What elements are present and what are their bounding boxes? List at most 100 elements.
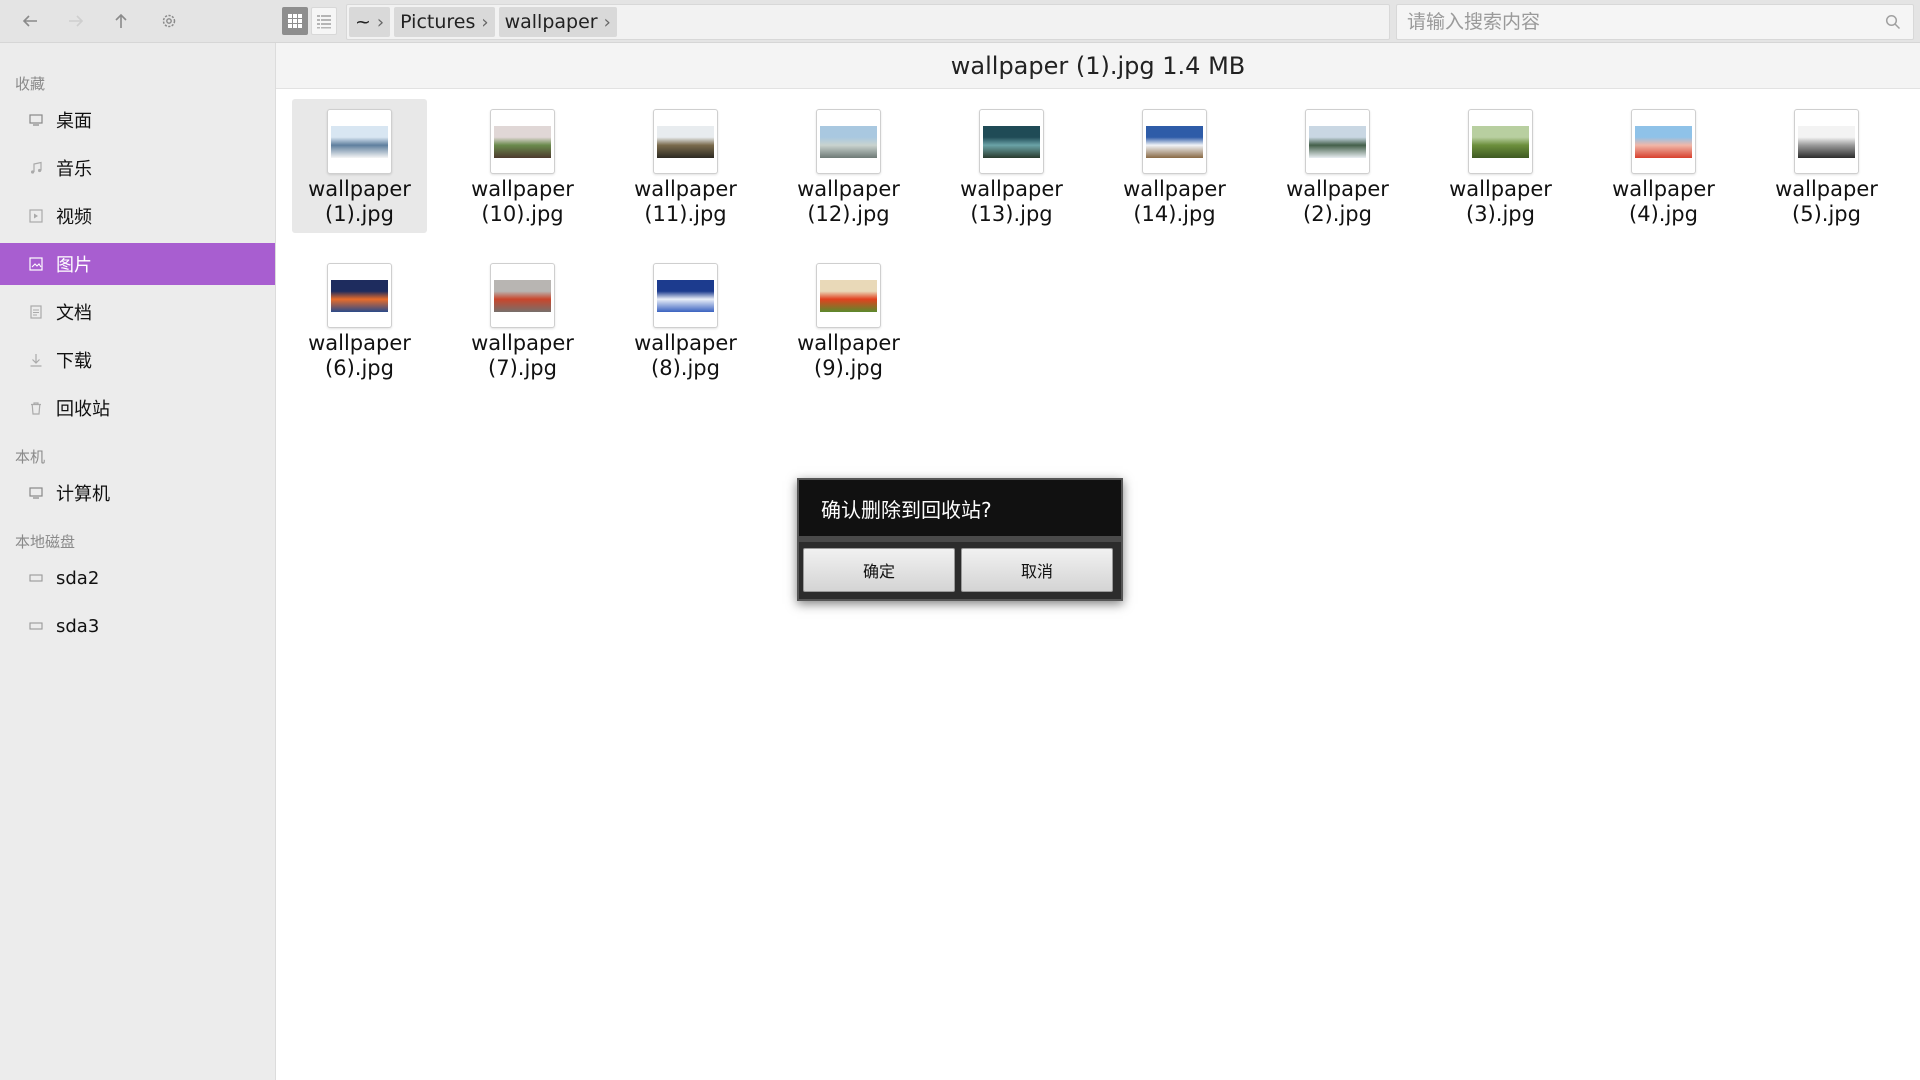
file-item[interactable]: wallpaper (8).jpg	[618, 253, 753, 387]
file-item[interactable]: wallpaper (11).jpg	[618, 99, 753, 233]
sidebar-item-music[interactable]: 音乐	[0, 147, 275, 189]
trash-icon	[28, 400, 44, 416]
chevron-right-icon: ›	[603, 11, 611, 33]
breadcrumb-pictures[interactable]: Pictures ›	[394, 7, 495, 37]
drive-icon	[28, 570, 44, 586]
file-thumbnail	[1142, 109, 1207, 174]
file-name-line: (12).jpg	[807, 202, 890, 226]
file-thumbnail	[327, 109, 392, 174]
search-input[interactable]	[1407, 5, 1877, 39]
file-thumbnail	[816, 109, 881, 174]
breadcrumb-wallpaper[interactable]: wallpaper ›	[498, 7, 617, 37]
file-name-line: wallpaper	[797, 177, 900, 201]
file-item[interactable]: wallpaper (12).jpg	[781, 99, 916, 233]
file-name: wallpaper (3).jpg	[1433, 177, 1568, 227]
file-item[interactable]: wallpaper (3).jpg	[1433, 99, 1568, 233]
back-button[interactable]	[11, 6, 49, 36]
sidebar: 收藏 桌面 音乐 视频 图片 文档 下载 回收站 本机 计算机 本地磁盘 sda…	[0, 43, 276, 1080]
file-thumbnail	[1794, 109, 1859, 174]
sidebar-item-pictures[interactable]: 图片	[0, 243, 275, 285]
image-preview	[331, 125, 388, 158]
section-title-disks: 本地磁盘	[15, 533, 76, 551]
file-item[interactable]: wallpaper (2).jpg	[1270, 99, 1405, 233]
file-name-line: (3).jpg	[1466, 202, 1535, 226]
file-thumbnail	[979, 109, 1044, 174]
sidebar-item-downloads[interactable]: 下载	[0, 339, 275, 381]
file-item[interactable]: wallpaper (10).jpg	[455, 99, 590, 233]
document-icon	[28, 304, 44, 320]
download-icon	[28, 352, 44, 368]
file-name: wallpaper (4).jpg	[1596, 177, 1731, 227]
dialog-message: 确认删除到回收站?	[799, 480, 1121, 536]
sidebar-item-video[interactable]: 视频	[0, 195, 275, 237]
breadcrumb-label: Pictures	[400, 11, 476, 33]
file-name-line: wallpaper	[1612, 177, 1715, 201]
chevron-right-icon: ›	[376, 11, 385, 33]
file-name: wallpaper (13).jpg	[944, 177, 1079, 227]
file-name-line: wallpaper	[1123, 177, 1226, 201]
sidebar-item-computer[interactable]: 计算机	[0, 472, 275, 514]
search-box	[1396, 4, 1914, 40]
file-name: wallpaper (7).jpg	[455, 331, 590, 381]
image-preview	[494, 279, 551, 312]
image-preview	[331, 279, 388, 312]
image-preview	[657, 279, 714, 312]
video-icon	[28, 208, 44, 224]
confirm-button[interactable]: 确定	[803, 548, 955, 592]
file-item[interactable]: wallpaper (6).jpg	[292, 253, 427, 387]
file-name: wallpaper (9).jpg	[781, 331, 916, 381]
breadcrumb-home[interactable]: ~ ›	[349, 7, 391, 37]
file-item[interactable]: wallpaper (14).jpg	[1107, 99, 1242, 233]
sidebar-item-sda3[interactable]: sda3	[0, 605, 275, 647]
cancel-button[interactable]: 取消	[961, 548, 1113, 592]
arrow-right-icon	[69, 15, 84, 27]
sidebar-item-trash[interactable]: 回收站	[0, 387, 275, 429]
file-thumbnail	[816, 263, 881, 328]
file-name-line: (10).jpg	[481, 202, 564, 226]
image-preview	[820, 125, 877, 158]
image-preview	[494, 125, 551, 158]
drive-icon	[28, 618, 44, 634]
file-name-line: wallpaper	[1775, 177, 1878, 201]
file-name: wallpaper (2).jpg	[1270, 177, 1405, 227]
computer-icon	[28, 485, 44, 501]
file-item[interactable]: wallpaper (9).jpg	[781, 253, 916, 387]
file-name-line: (14).jpg	[1133, 202, 1216, 226]
breadcrumb-label: wallpaper	[504, 11, 598, 33]
file-name-line: (2).jpg	[1303, 202, 1372, 226]
file-item[interactable]: wallpaper (1).jpg	[292, 99, 427, 233]
up-button[interactable]	[102, 6, 140, 36]
file-thumbnail	[327, 263, 392, 328]
sidebar-item-desktop[interactable]: 桌面	[0, 99, 275, 141]
file-name-line: wallpaper	[634, 177, 737, 201]
file-name-line: (13).jpg	[970, 202, 1053, 226]
file-name-line: wallpaper	[634, 331, 737, 355]
sidebar-item-sda2[interactable]: sda2	[0, 557, 275, 599]
file-thumbnail	[490, 263, 555, 328]
grid-view-button[interactable]	[282, 7, 308, 35]
file-item[interactable]: wallpaper (13).jpg	[944, 99, 1079, 233]
selection-info: wallpaper (1).jpg 1.4 MB	[276, 43, 1920, 89]
image-preview	[657, 125, 714, 158]
dialog-divider	[799, 536, 1121, 542]
sidebar-item-label: 图片	[56, 255, 92, 276]
file-name: wallpaper (1).jpg	[292, 177, 427, 227]
file-item[interactable]: wallpaper (4).jpg	[1596, 99, 1731, 233]
file-item[interactable]: wallpaper (5).jpg	[1759, 99, 1894, 233]
forward-button[interactable]	[57, 6, 95, 36]
sidebar-item-label: 下载	[56, 351, 92, 372]
file-name-line: wallpaper	[960, 177, 1063, 201]
file-item[interactable]: wallpaper (7).jpg	[455, 253, 590, 387]
list-view-button[interactable]	[311, 7, 337, 35]
sidebar-item-documents[interactable]: 文档	[0, 291, 275, 333]
file-name-line: (6).jpg	[325, 356, 394, 380]
file-name: wallpaper (12).jpg	[781, 177, 916, 227]
file-grid: wallpaper (1).jpg wallpaper (10).jpg wallpap…	[292, 99, 1920, 407]
search-icon[interactable]	[1885, 14, 1901, 30]
file-name-line: wallpaper	[1449, 177, 1552, 201]
desktop-icon	[28, 112, 44, 128]
settings-button[interactable]	[150, 6, 188, 36]
section-title-favorites: 收藏	[15, 75, 46, 93]
sidebar-item-label: 文档	[56, 303, 92, 324]
image-preview	[983, 125, 1040, 158]
